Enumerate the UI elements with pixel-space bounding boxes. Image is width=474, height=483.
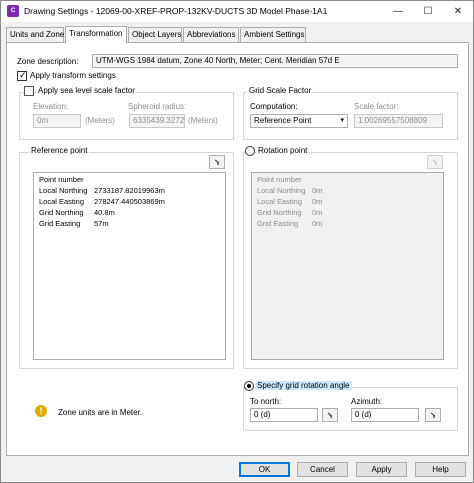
drawing-settings-window: C Drawing Settings - 12069-00-XREF-PROP-… [0,0,474,483]
to-north-pick-button[interactable]: ⭸ [322,408,338,422]
tab-ambient-settings[interactable]: Ambient Settings [240,27,306,42]
azimuth-label: Azimuth: [351,397,383,406]
rotation-point-label: Rotation point [256,146,310,155]
table-row[interactable]: Grid Northing 40.8m [34,208,225,219]
elevation-unit: (Meters) [85,116,115,125]
azimuth-pick-button[interactable]: ⭸ [425,408,441,422]
grid-rotation-label: Specify grid rotation angle [255,381,352,390]
grid-scale-title: Grid Scale Factor [247,86,314,95]
scale-factor-field: 1.00269557508809 [354,114,443,128]
spheroid-radius-field: 6335439.3272 [129,114,185,128]
spheroid-radius-unit: (Meters) [188,116,218,125]
maximize-button[interactable]: ☐ [413,1,443,22]
tab-abbreviations[interactable]: Abbreviations [183,27,239,42]
reference-point-grid: Point number Local Northing 2733187.8201… [33,172,226,360]
row-name: Local Northing [257,186,306,195]
ok-button[interactable]: OK [239,462,290,477]
row-value: 0m [312,208,323,217]
tab-object-layers[interactable]: Object Layers [128,27,182,42]
row-value: 0m [312,197,323,206]
rotation-point-pick-button[interactable]: ⭸ [427,155,443,169]
row-value: 40.8m [94,208,115,217]
azimuth-field[interactable]: 0 (d) [351,408,419,422]
row-value: 0m [312,219,323,228]
to-north-label: To north: [250,397,282,406]
row-value: 2733187.82019963m [94,186,165,195]
help-button[interactable]: Help [415,462,466,477]
tab-units-and-zone[interactable]: Units and Zone [6,27,64,42]
pick-point-icon: ⭸ [327,410,333,419]
computation-value: Reference Point [254,116,312,125]
apply-transform-label: Apply transform settings [30,71,116,80]
cancel-button[interactable]: Cancel [297,462,348,477]
minimize-button[interactable]: — [383,1,413,22]
chevron-down-icon: ▾ [340,117,344,124]
table-row: Grid Easting 0m [252,219,443,230]
row-value: 0m [312,186,323,195]
table-row[interactable]: Local Easting 278247.440503869m [34,197,225,208]
computation-select[interactable]: Reference Point ▾ [250,114,348,128]
table-row: Grid Northing 0m [252,208,443,219]
app-icon: C [7,5,19,17]
close-button[interactable]: ✕ [443,1,473,22]
reference-point-pick-button[interactable]: ⭸ [209,155,225,169]
grid-rotation-radio[interactable] [244,381,254,391]
row-value: 278247.440503869m [94,197,165,206]
pick-point-icon: ⭸ [432,157,438,166]
pick-point-icon: ⭸ [214,157,220,166]
row-name: Point number [39,175,84,184]
row-name: Point number [257,175,302,184]
pick-point-icon: ⭸ [430,410,436,419]
apply-transform-checkbox[interactable] [17,70,27,81]
reference-point-title: Reference point [29,146,90,155]
transformation-panel: Zone description: UTM-WGS 1984 datum, Zo… [6,42,469,456]
table-row[interactable]: Point number [34,175,225,186]
zone-description-label: Zone description: [17,57,79,66]
apply-button[interactable]: Apply [356,462,407,477]
table-row: Point number [252,175,443,186]
spheroid-radius-label: Spheroid radius: [128,102,187,111]
rotation-point-grid: Point number Local Northing 0m Local Eas… [251,172,444,360]
table-row: Local Northing 0m [252,186,443,197]
sea-level-checkbox[interactable] [24,86,34,96]
scale-factor-label: Scale factor: [354,102,399,111]
row-name: Grid Easting [39,219,81,228]
table-row[interactable]: Local Northing 2733187.82019963m [34,186,225,197]
row-value: 57m [94,219,109,228]
row-name: Grid Northing [257,208,302,217]
title-bar: C Drawing Settings - 12069-00-XREF-PROP-… [1,1,473,22]
warning-icon: ! [35,405,47,417]
zone-description-field: UTM-WGS 1984 datum, Zone 40 North, Meter… [92,54,458,68]
window-title: Drawing Settings - 12069-00-XREF-PROP-13… [24,6,328,16]
rotation-point-radio[interactable] [245,146,255,156]
tab-transformation[interactable]: Transformation [65,26,127,43]
table-row: Local Easting 0m [252,197,443,208]
computation-label: Computation: [250,102,298,111]
row-name: Grid Northing [39,208,84,217]
row-name: Grid Easting [257,219,299,228]
sea-level-label: Apply sea level scale factor [36,86,137,95]
row-name: Local Northing [39,186,88,195]
row-name: Local Easting [257,197,303,206]
row-name: Local Easting [39,197,85,206]
zone-units-info: Zone units are in Meter. [58,408,143,417]
to-north-field[interactable]: 0 (d) [250,408,318,422]
elevation-field: 0m [33,114,81,128]
table-row[interactable]: Grid Easting 57m [34,219,225,230]
elevation-label: Elevation: [33,102,69,111]
